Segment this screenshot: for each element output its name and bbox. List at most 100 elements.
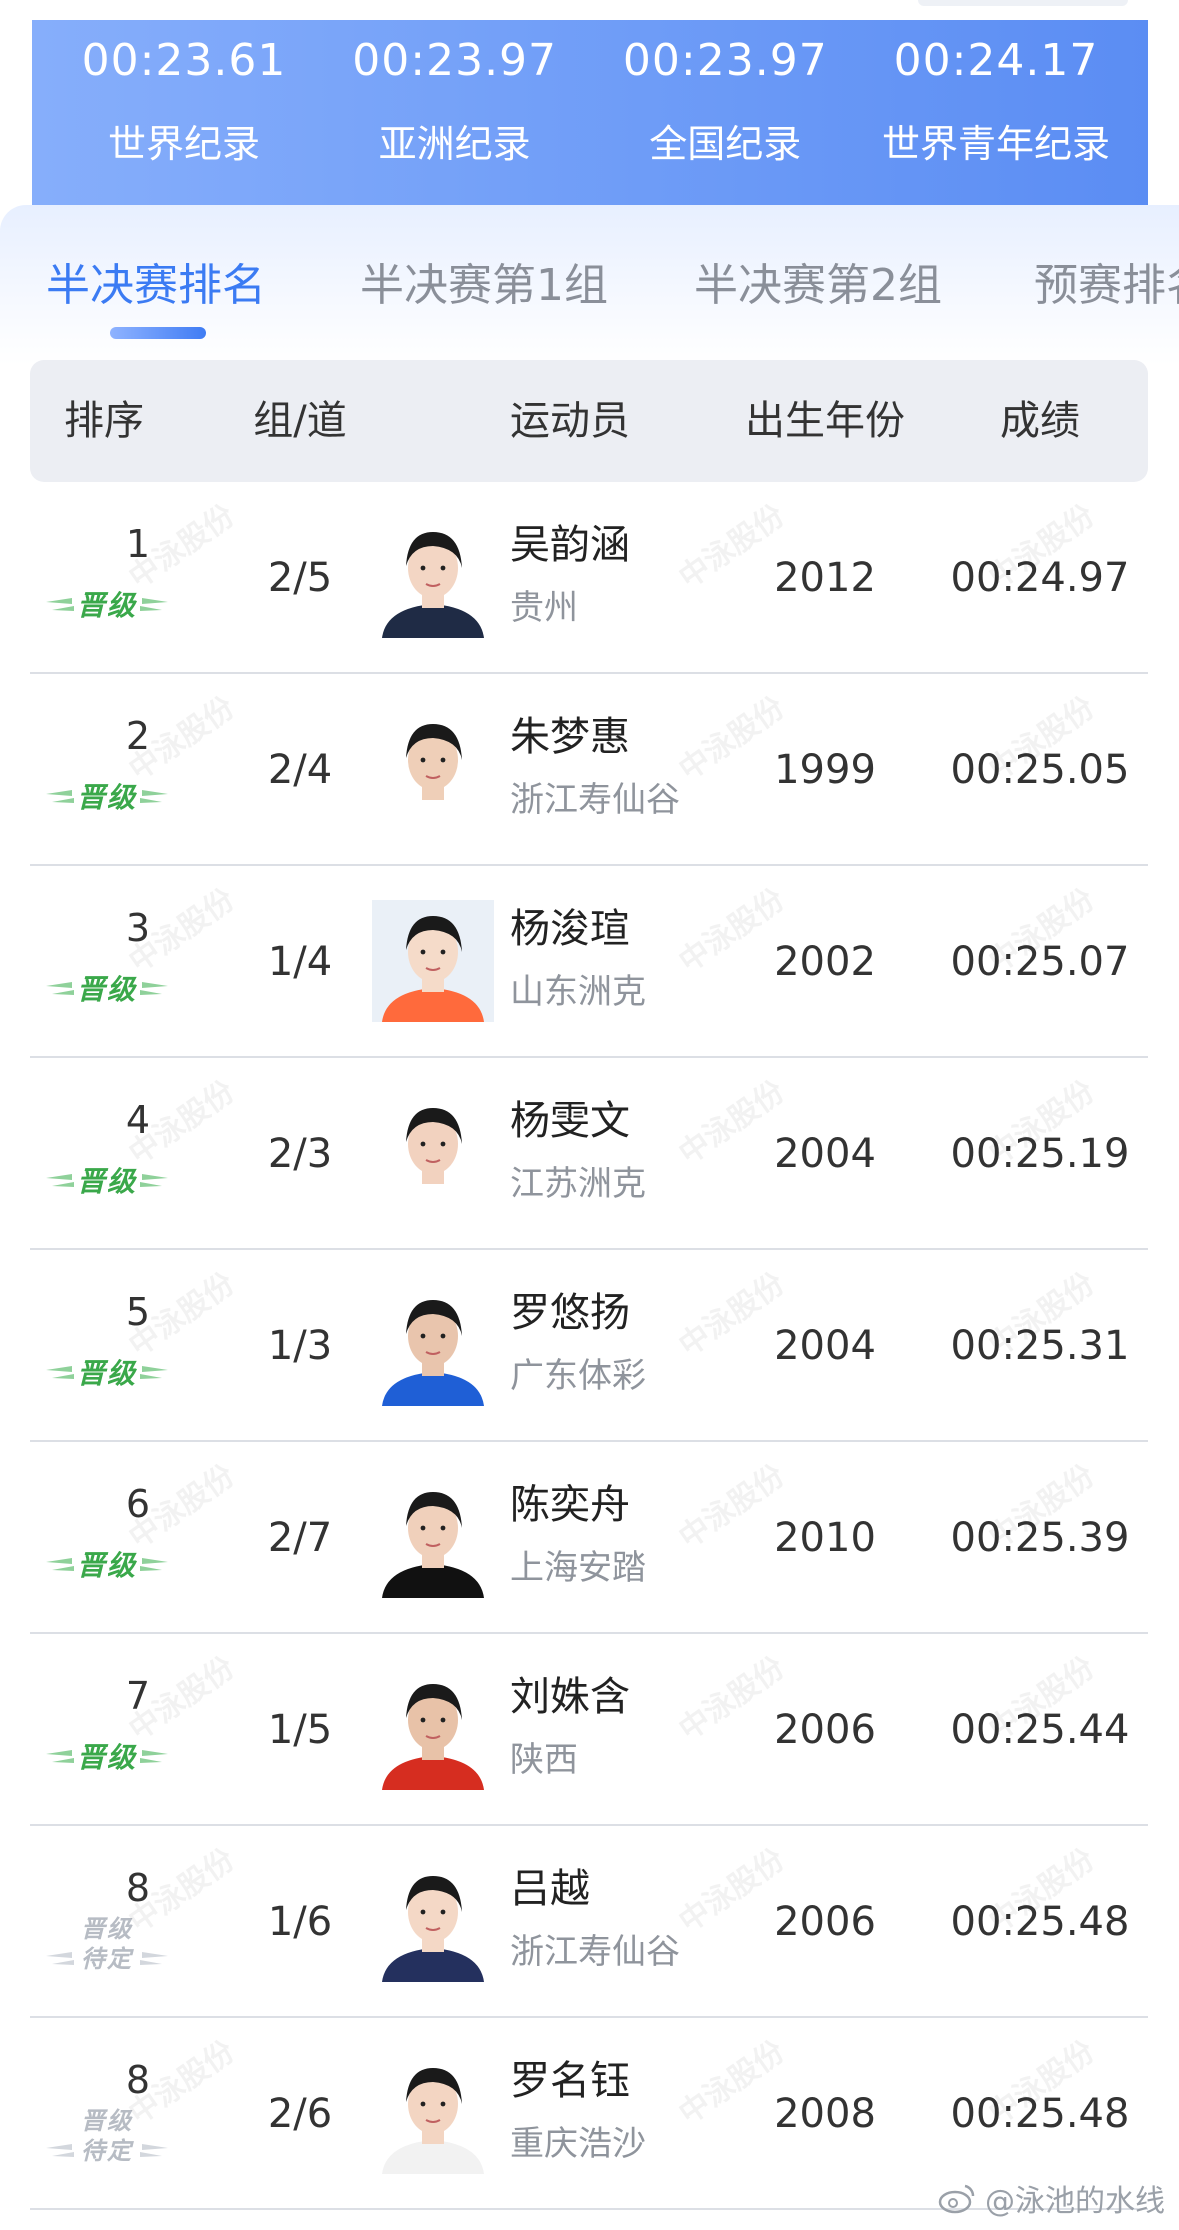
rank-number: 7 xyxy=(125,1674,151,1718)
avatar-portrait-icon xyxy=(372,1476,494,1598)
record-label: 世界青年纪录 xyxy=(881,122,1110,166)
record-label: 全国纪录 xyxy=(649,122,802,166)
avatar-portrait-icon xyxy=(372,900,494,1022)
birth-year: 2010 xyxy=(774,1515,876,1561)
group-lane: 2/3 xyxy=(267,1131,333,1177)
group-lane: 1/6 xyxy=(267,1899,333,1945)
record-label: 世界纪录 xyxy=(107,122,260,166)
athlete-team: 上海安踏 xyxy=(510,1548,646,1588)
athlete-team: 重庆浩沙 xyxy=(510,2124,646,2164)
table-row[interactable]: 6 晋级 2/7 陈奕舟 上海安踏 2010 00:25.39 中泳股份 中泳股… xyxy=(30,1442,1148,1634)
athlete-name[interactable]: 陈奕舟 xyxy=(510,1472,630,1530)
birth-year: 2002 xyxy=(774,939,876,985)
result-time: 00:24.97 xyxy=(950,555,1130,601)
birth-year: 2008 xyxy=(774,2091,876,2137)
group-lane: 1/4 xyxy=(267,939,333,985)
athlete-avatar xyxy=(372,2052,494,2174)
footer-watermark-text: @泳池的水线 xyxy=(985,2184,1165,2219)
tab-semifinal-group-2[interactable]: 半决赛第2组 xyxy=(694,249,942,313)
athlete-name[interactable]: 吴韵涵 xyxy=(510,512,630,570)
record-time: 00:23.97 xyxy=(622,35,828,86)
birth-year: 1999 xyxy=(774,747,876,793)
athlete-team: 广东体彩 xyxy=(510,1356,646,1396)
athlete-avatar xyxy=(372,1860,494,1982)
result-time: 00:25.48 xyxy=(950,1899,1130,1945)
rank-number: 3 xyxy=(125,906,151,950)
tab-semifinal-group-1[interactable]: 半决赛第1组 xyxy=(360,249,608,313)
tab-semifinal-ranking[interactable]: 半决赛排名 xyxy=(46,249,266,313)
athlete-name[interactable]: 杨雯文 xyxy=(510,1088,630,1146)
header-birth-year: 出生年份 xyxy=(745,398,905,444)
record-label: 亚洲纪录 xyxy=(378,122,531,166)
avatar-portrait-icon xyxy=(372,516,494,638)
athlete-name[interactable]: 杨浚瑄 xyxy=(510,896,630,954)
table-header: 排序 组/道 运动员 出生年份 成绩 xyxy=(30,360,1148,482)
group-lane: 2/7 xyxy=(267,1515,333,1561)
result-time: 00:25.39 xyxy=(950,1515,1130,1561)
birth-year: 2004 xyxy=(774,1323,876,1369)
qualified-badge: 晋级 xyxy=(42,958,172,1014)
athlete-avatar xyxy=(372,1284,494,1406)
athlete-team: 贵州 xyxy=(510,588,578,628)
avatar-portrait-icon xyxy=(372,1092,494,1214)
table-row[interactable]: 5 晋级 1/3 罗悠扬 广东体彩 2004 00:25.31 中泳股份 中泳股… xyxy=(30,1250,1148,1442)
avatar-portrait-icon xyxy=(372,1284,494,1406)
badge-text: 晋级 xyxy=(76,589,137,622)
badge-text: 晋级 待定 xyxy=(81,2107,133,2165)
rank-number: 1 xyxy=(125,522,151,566)
badge-text: 晋级 xyxy=(76,1165,137,1198)
top-chip xyxy=(918,0,1128,6)
birth-year: 2012 xyxy=(774,555,876,601)
record-national: 00:23.97 全国纪录 xyxy=(593,20,857,205)
table-row[interactable]: 2 晋级 2/4 朱梦惠 浙江寿仙谷 1999 00:25.05 中泳股份 中泳… xyxy=(30,674,1148,866)
rank-number: 8 xyxy=(125,2058,151,2102)
result-time: 00:25.31 xyxy=(950,1323,1130,1369)
athlete-name[interactable]: 朱梦惠 xyxy=(510,704,630,762)
athlete-team: 山东洲克 xyxy=(510,972,646,1012)
avatar-portrait-icon xyxy=(372,1860,494,1982)
group-lane: 2/5 xyxy=(267,555,333,601)
results-page: 00:23.61 世界纪录 00:23.97 亚洲纪录 00:23.97 全国纪… xyxy=(0,0,1179,2230)
weibo-icon xyxy=(938,2184,975,2214)
athlete-name[interactable]: 刘姝含 xyxy=(510,1664,630,1722)
table-row[interactable]: 3 晋级 1/4 杨浚瑄 山东洲克 2002 00:25.07 中泳股份 中泳股… xyxy=(30,866,1148,1058)
result-time: 00:25.19 xyxy=(950,1131,1130,1177)
table-row[interactable]: 4 晋级 2/3 杨雯文 江苏洲克 2004 00:25.19 中泳股份 中泳股… xyxy=(30,1058,1148,1250)
record-time: 00:24.17 xyxy=(893,35,1099,86)
header-rank: 排序 xyxy=(64,398,144,444)
table-row[interactable]: 7 晋级 1/5 刘姝含 陕西 2006 00:25.44 中泳股份 中泳股份 … xyxy=(30,1634,1148,1826)
athlete-team: 江苏洲克 xyxy=(510,1164,646,1204)
record-time: 00:23.61 xyxy=(81,35,287,86)
group-lane: 2/4 xyxy=(267,747,333,793)
athlete-avatar xyxy=(372,900,494,1022)
rank-number: 4 xyxy=(125,1098,151,1142)
avatar-portrait-icon xyxy=(372,1668,494,1790)
athlete-name[interactable]: 吕越 xyxy=(510,1856,590,1914)
result-time: 00:25.07 xyxy=(950,939,1130,985)
birth-year: 2006 xyxy=(774,1899,876,1945)
avatar-portrait-icon xyxy=(372,2052,494,2174)
tab-bar: 半决赛排名 半决赛第1组 半决赛第2组 预赛排名 xyxy=(0,205,1179,365)
record-asia: 00:23.97 亚洲纪录 xyxy=(323,20,587,205)
results-table: 1 晋级 2/5 吴韵涵 贵州 2012 00:24.97 中泳股份 中泳股份 … xyxy=(30,482,1148,2210)
rank-number: 2 xyxy=(125,714,151,758)
qualified-badge: 晋级 xyxy=(42,1150,172,1206)
athlete-team: 陕西 xyxy=(510,1740,578,1780)
athlete-name[interactable]: 罗名钰 xyxy=(510,2048,630,2106)
athlete-avatar xyxy=(372,516,494,638)
header-result: 成绩 xyxy=(1000,398,1080,444)
rank-number: 5 xyxy=(125,1290,151,1334)
group-lane: 2/6 xyxy=(267,2091,333,2137)
athlete-name[interactable]: 罗悠扬 xyxy=(510,1280,630,1338)
table-row[interactable]: 1 晋级 2/5 吴韵涵 贵州 2012 00:24.97 中泳股份 中泳股份 … xyxy=(30,482,1148,674)
header-athlete: 运动员 xyxy=(510,398,630,444)
badge-text: 晋级 xyxy=(76,1357,137,1390)
record-world-junior: 00:24.17 世界青年纪录 xyxy=(864,20,1128,205)
tab-heats-ranking[interactable]: 预赛排名 xyxy=(1034,249,1179,313)
badge-text: 晋级 xyxy=(76,973,137,1006)
table-row[interactable]: 8 晋级 待定 1/6 吕越 浙江寿仙谷 2006 00:25.48 中泳股份 … xyxy=(30,1826,1148,2018)
footer-watermark: @泳池的水线 xyxy=(937,2176,1165,2220)
result-time: 00:25.44 xyxy=(950,1707,1130,1753)
birth-year: 2004 xyxy=(774,1131,876,1177)
record-time: 00:23.97 xyxy=(352,35,558,86)
